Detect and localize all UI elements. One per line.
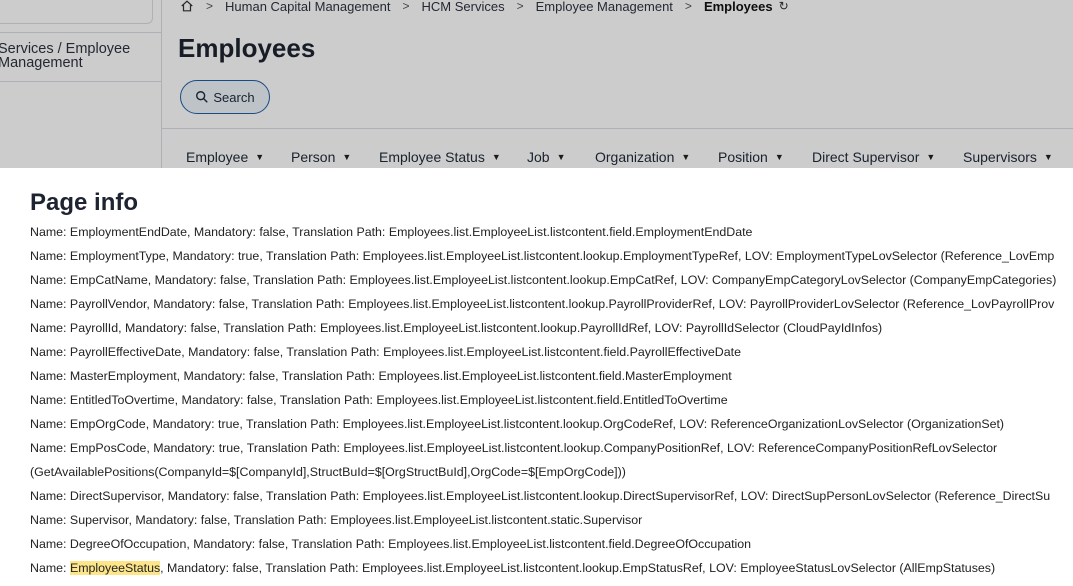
refresh-icon[interactable]: ↻ [779,0,789,13]
caret-down-icon: ▼ [255,152,265,162]
breadcrumb-item-hcm-services[interactable]: HCM Services [422,0,505,14]
info-line: (GetAvailablePositions(CompanyId=$[Compa… [30,465,626,479]
info-line: Name: DirectSupervisor, Mandatory: false… [30,489,1051,503]
caret-down-icon: ▼ [1043,152,1053,162]
info-line: Name: Supervisor, Mandatory: false, Tran… [30,513,643,527]
caret-down-icon: ▼ [556,152,566,162]
filter-employee-status[interactable]: Employee Status ▼ [379,149,501,165]
page-info-panel: Page info Name: EmploymentEndDate, Manda… [0,168,1073,586]
info-line: Name: EntitledToOvertime, Mandatory: fal… [30,393,728,407]
search-button-label: Search [213,89,255,105]
info-line: Name: PayrollEffectiveDate, Mandatory: f… [30,345,741,359]
chevron-right-icon: > [402,0,410,13]
info-line: Name: EmploymentEndDate, Mandatory: fals… [30,225,753,239]
page-title: Employees [178,33,316,63]
page-info-list: Name: EmploymentEndDate, Mandatory: fals… [30,220,1073,580]
info-line: Name: PayrollVendor, Mandatory: false, T… [30,297,1055,311]
filter-person[interactable]: Person ▼ [291,149,351,165]
caret-down-icon: ▼ [774,152,784,162]
page-info-title: Page info [30,189,139,216]
info-line: Name: PayrollId, Mandatory: false, Trans… [30,321,883,335]
info-line: Name: EmpCatName, Mandatory: false, Tran… [30,273,1057,287]
chevron-right-icon: > [516,0,524,13]
breadcrumb-item-employee-management[interactable]: Employee Management [536,0,673,14]
caret-down-icon: ▼ [926,152,936,162]
breadcrumb-item-hcm[interactable]: Human Capital Management [225,0,390,14]
search-button[interactable]: Search [180,80,270,114]
left-nav-search-box[interactable] [0,0,153,24]
left-nav-panel: Services / Employee Management [0,0,162,168]
caret-down-icon: ▼ [342,152,352,162]
filter-supervisors[interactable]: Supervisors ▼ [963,149,1053,165]
info-line: Name: EmpPosCode, Mandatory: true, Trans… [30,441,998,455]
filter-job[interactable]: Job ▼ [527,149,566,165]
left-nav-divider [0,32,162,33]
background-app: Services / Employee Management > Human C… [0,0,1073,168]
breadcrumb-current: Employees [703,0,773,14]
left-nav-item-employee-management[interactable]: Services / Employee Management [0,42,158,71]
breadcrumb: > Human Capital Management > HCM Service… [180,0,789,14]
info-line: Name: EmpOrgCode, Mandatory: true, Trans… [30,417,1005,431]
home-icon[interactable] [180,0,194,13]
caret-down-icon: ▼ [681,152,691,162]
filter-bar: Employee ▼ Person ▼ Employee Status ▼ Job ▼ … [162,128,1073,168]
info-line: Name: EmploymentType, Mandatory: true, T… [30,249,1055,263]
filter-employee[interactable]: Employee ▼ [186,149,264,165]
filter-position[interactable]: Position ▼ [718,149,784,165]
filter-organization[interactable]: Organization ▼ [595,149,690,165]
chevron-right-icon: > [206,0,214,13]
left-nav-divider [0,81,162,82]
info-line-employee-status: Name: EmployeeStatus, Mandatory: false, … [30,561,996,575]
filter-direct-supervisor[interactable]: Direct Supervisor ▼ [812,149,935,165]
highlighted-text: EmployeeStatus [69,561,161,575]
search-icon [196,91,209,103]
info-line: Name: DegreeOfOccupation, Mandatory: fal… [30,537,752,551]
info-line: Name: MasterEmployment, Mandatory: false… [30,369,732,383]
chevron-right-icon: > [684,0,692,13]
caret-down-icon: ▼ [491,152,501,162]
